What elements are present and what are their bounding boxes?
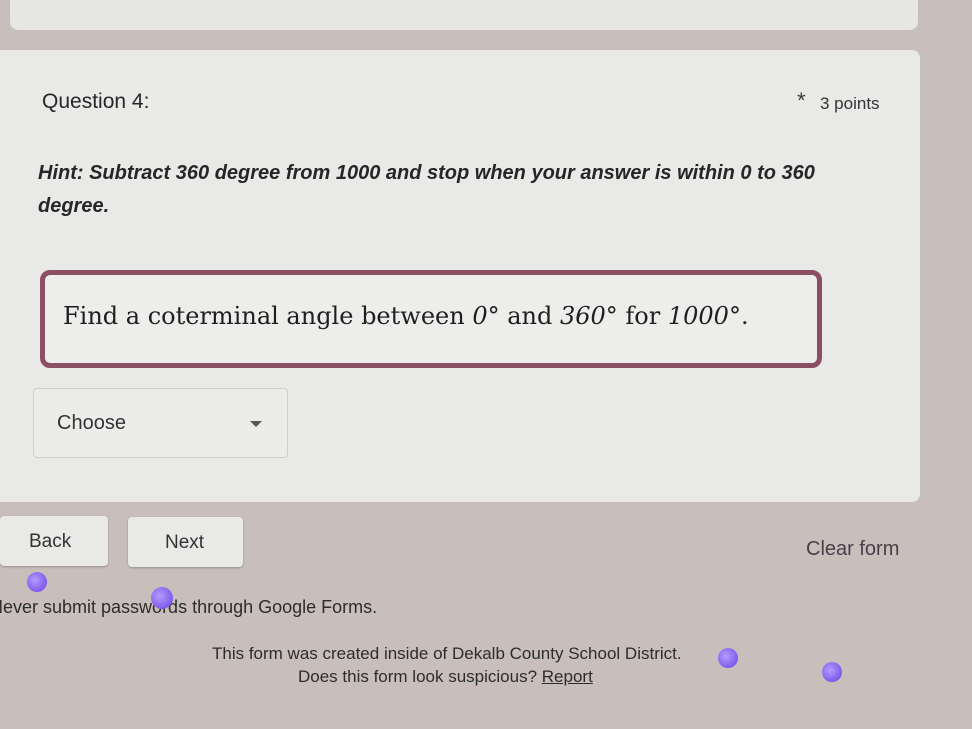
back-button[interactable]: Back bbox=[0, 516, 108, 566]
hint-text: Hint: Subtract 360 degree from 1000 and … bbox=[38, 162, 815, 217]
dropdown-label: Choose bbox=[57, 412, 126, 434]
problem-text-part-4: . bbox=[740, 302, 749, 330]
password-warning: Never submit passwords through Google Fo… bbox=[0, 597, 378, 617]
touch-marker-icon bbox=[822, 662, 842, 682]
clear-form-button[interactable]: Clear form bbox=[806, 538, 899, 561]
next-button[interactable]: Next bbox=[128, 517, 243, 567]
suspicious-note: Does this form look suspicious? Report bbox=[298, 667, 593, 687]
answer-dropdown[interactable]: Choose bbox=[33, 388, 288, 458]
touch-marker-icon bbox=[151, 587, 173, 609]
back-button-label: Back bbox=[29, 531, 72, 552]
problem-statement: Find a coterminal angle between 0° and 3… bbox=[63, 302, 749, 330]
problem-value-lower: 0° bbox=[472, 302, 500, 330]
problem-value-angle: 1000° bbox=[667, 302, 741, 330]
next-button-label: Next bbox=[165, 532, 205, 553]
suspicious-prefix: Does this form look suspicious? bbox=[298, 667, 542, 686]
dropdown-arrow-icon bbox=[250, 421, 262, 427]
problem-text-part-3: for bbox=[617, 302, 668, 330]
question-title: Question 4: bbox=[42, 90, 150, 113]
touch-marker-icon bbox=[718, 648, 738, 668]
problem-text-part-2: and bbox=[499, 302, 560, 330]
organization-note: This form was created inside of Dekalb C… bbox=[212, 644, 682, 663]
report-link[interactable]: Report bbox=[542, 667, 593, 686]
problem-value-upper: 360° bbox=[559, 302, 618, 330]
touch-marker-icon bbox=[27, 572, 47, 592]
required-asterisk: * bbox=[797, 88, 806, 113]
problem-image-box: Find a coterminal angle between 0° and 3… bbox=[40, 270, 822, 368]
previous-card-strip bbox=[10, 0, 918, 30]
problem-text-part-1: Find a coterminal angle between bbox=[63, 302, 473, 330]
points-label: 3 points bbox=[820, 94, 880, 113]
